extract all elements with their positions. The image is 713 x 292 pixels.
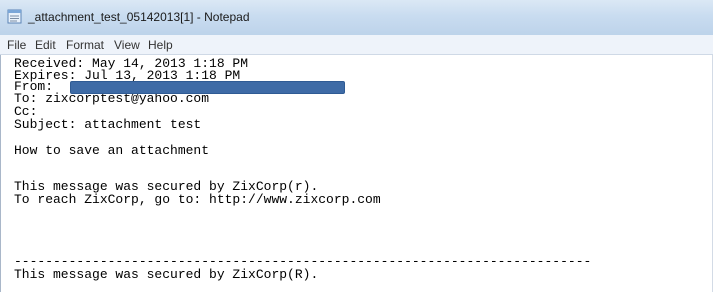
notepad-icon [7,9,22,24]
menu-file[interactable]: File [7,38,26,52]
to-line: To: zixcorptest@yahoo.com [14,91,210,106]
notepad-window: _attachment_test_05142013[1] - Notepad F… [0,0,713,292]
footer-line: This message was secured by ZixCorp(R). [14,267,319,282]
window-title: _attachment_test_05142013[1] - Notepad [28,10,250,24]
subject-line: Subject: attachment test [14,117,202,132]
menu-help[interactable]: Help [148,38,173,52]
menu-view[interactable]: View [114,38,140,52]
title-bar[interactable]: _attachment_test_05142013[1] - Notepad [0,0,713,35]
reach-line: To reach ZixCorp, go to: http://www.zixc… [14,192,381,207]
menu-format[interactable]: Format [66,38,104,52]
menu-edit[interactable]: Edit [35,38,56,52]
redaction-bar [70,81,345,94]
body-line: How to save an attachment [14,143,210,158]
menu-bar: File Edit Format View Help [0,35,713,55]
